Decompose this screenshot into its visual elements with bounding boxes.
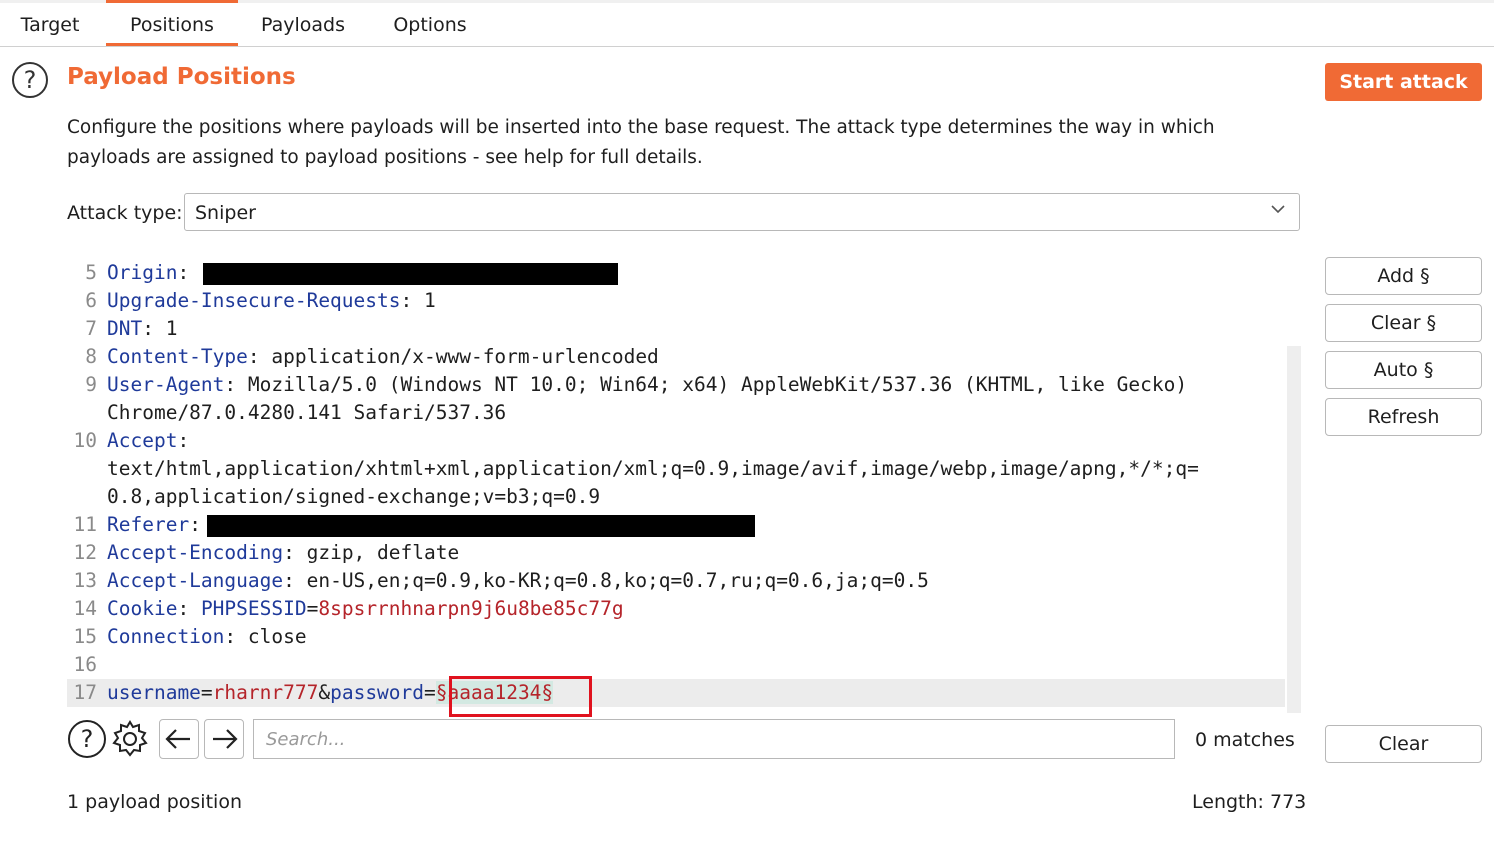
chevron-down-icon [1271,205,1285,214]
clear-button[interactable]: Clear [1325,725,1482,763]
editor-line: 15 Connection: close [73,625,307,648]
editor-line-body: 17 username=rharnr777&password=§aaaa1234§ [67,679,1285,707]
attack-type-value: Sniper [195,202,256,224]
editor-line: 12 Accept-Encoding: gzip, deflate [73,541,460,564]
redacted-block [206,514,755,537]
editor-line: Chrome/87.0.4280.141 Safari/537.36 [107,401,507,424]
tab-positions[interactable]: Positions [106,0,238,46]
tab-target[interactable]: Target [10,0,90,46]
help-icon[interactable]: ? [12,62,48,98]
help-icon[interactable]: ? [67,719,107,759]
attack-type-select[interactable]: Sniper [184,193,1300,231]
editor-line: 14 Cookie: PHPSESSID=8spsrrnhnarpn9j6u8be… [73,597,624,620]
editor-line: 8 Content-Type: application/x-www-form-ur… [85,345,659,368]
highlight-box [449,676,592,717]
gear-icon[interactable] [110,719,150,759]
arrow-left-icon [165,729,190,749]
svg-text:?: ? [81,725,94,753]
redacted-block [202,262,618,285]
attack-type-label: Attack type: [67,202,183,224]
section-description: Configure the positions where payloads w… [67,117,1215,168]
tab-payloads[interactable]: Payloads [252,0,354,46]
editor-line: 10 Accept: [73,429,190,452]
tab-options[interactable]: Options [382,0,478,46]
section-title: Payload Positions [67,64,296,90]
editor-line: 5 Origin: [67,259,1285,287]
next-match-button[interactable] [204,719,244,759]
add-marker-button[interactable]: Add § [1325,257,1482,295]
auto-marker-button[interactable]: Auto § [1325,351,1482,389]
request-length: Length: 773 [1192,791,1307,813]
editor-line: text/html,application/xhtml+xml,applicat… [107,457,1199,480]
request-editor[interactable]: 5 Origin: 6 Upgrade-Insecure-Requests: 1 7… [67,257,1301,713]
editor-line: 16 [73,653,97,676]
editor-line: 9 User-Agent: Mozilla/5.0 (Windows NT 10.… [85,373,1188,396]
refresh-button[interactable]: Refresh [1325,398,1482,436]
editor-scrollbar[interactable] [1287,346,1301,713]
editor-line: 7 DNT: 1 [85,317,178,340]
previous-match-button[interactable] [159,719,199,759]
tab-bar: Target Positions Payloads Options [0,0,1494,47]
editor-line: 0.8,application/signed-exchange;v=b3;q=0… [107,485,601,508]
editor-line: 11 Referer: [67,511,1285,539]
start-attack-button[interactable]: Start attack [1325,63,1482,101]
clear-marker-button[interactable]: Clear § [1325,304,1482,342]
payload-position-count: 1 payload position [67,791,242,813]
match-count: 0 matches [1195,729,1295,751]
arrow-right-icon [213,729,238,749]
editor-line: 6 Upgrade-Insecure-Requests: 1 [85,289,436,312]
search-input[interactable] [253,719,1175,759]
editor-line: 13 Accept-Language: en-US,en;q=0.9,ko-KR;… [73,569,929,592]
